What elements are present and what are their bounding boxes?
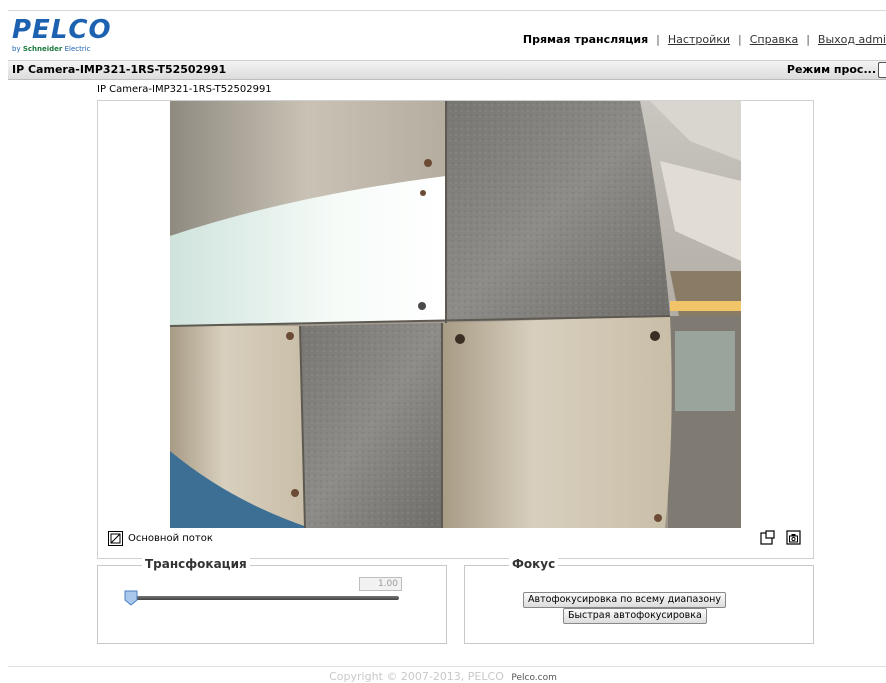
- focus-panel: Фокус Автофокусировка по всему диапазону…: [464, 557, 814, 644]
- stream-icon[interactable]: [108, 531, 123, 546]
- zoom-slider-thumb[interactable]: [124, 590, 138, 606]
- autofocus-full-range-button[interactable]: Автофокусировка по всему диапазону: [523, 592, 726, 608]
- video-frame-image: [170, 101, 741, 528]
- quick-autofocus-button[interactable]: Быстрая автофокусировка: [563, 608, 707, 624]
- copyright-text: Copyright © 2007-2013, PELCO: [329, 670, 504, 683]
- camera-titlebar: IP Camera-IMP321-1RS-T52502991 Режим про…: [8, 60, 886, 80]
- header: PELCO by Schneider Electric Прямая транс…: [8, 10, 886, 61]
- focus-panel-title: Фокус: [509, 557, 559, 571]
- view-mode-label[interactable]: Режим прос...: [787, 63, 876, 76]
- nav-separator: |: [656, 33, 660, 46]
- nav-logout[interactable]: Выход admi: [818, 33, 886, 46]
- logo-sub-prefix: by: [12, 45, 21, 53]
- camera-name: IP Camera-IMP321-1RS-T52502991: [12, 63, 227, 76]
- live-video-feed[interactable]: [170, 101, 741, 528]
- nav-live[interactable]: Прямая трансляция: [523, 33, 648, 46]
- stream-selector[interactable]: Основной поток: [108, 531, 213, 546]
- popout-window-icon[interactable]: [760, 530, 775, 545]
- stream-label[interactable]: Основной поток: [128, 533, 213, 544]
- zoom-panel: Трансфокация 1.00: [97, 557, 447, 644]
- video-container: Основной поток: [97, 100, 814, 559]
- zoom-panel-title: Трансфокация: [142, 557, 250, 571]
- top-nav: Прямая трансляция | Настройки | Справка | Выхо…: [523, 33, 886, 46]
- snapshot-camera-icon[interactable]: [786, 530, 801, 545]
- zoom-value-field: 1.00: [359, 577, 402, 591]
- nav-separator: |: [806, 33, 810, 46]
- footer-divider: [8, 666, 886, 667]
- nav-help[interactable]: Справка: [750, 33, 798, 46]
- zoom-slider-track[interactable]: [131, 596, 399, 600]
- logo-subtitle: by Schneider Electric: [12, 45, 112, 53]
- logo-sub-suffix: Electric: [64, 45, 91, 53]
- nav-settings[interactable]: Настройки: [668, 33, 730, 46]
- logo-text: PELCO: [12, 15, 112, 45]
- nav-separator: |: [738, 33, 742, 46]
- logo-sub-brand: Schneider: [22, 45, 63, 53]
- viewport-camera-label: IP Camera-IMP321-1RS-T52502991: [97, 84, 272, 95]
- footer: Copyright © 2007-2013, PELCO Pelco.com: [0, 670, 886, 683]
- pelco-link[interactable]: Pelco.com: [511, 673, 557, 683]
- view-mode-button[interactable]: [878, 62, 886, 78]
- pelco-logo: PELCO by Schneider Electric: [12, 17, 112, 53]
